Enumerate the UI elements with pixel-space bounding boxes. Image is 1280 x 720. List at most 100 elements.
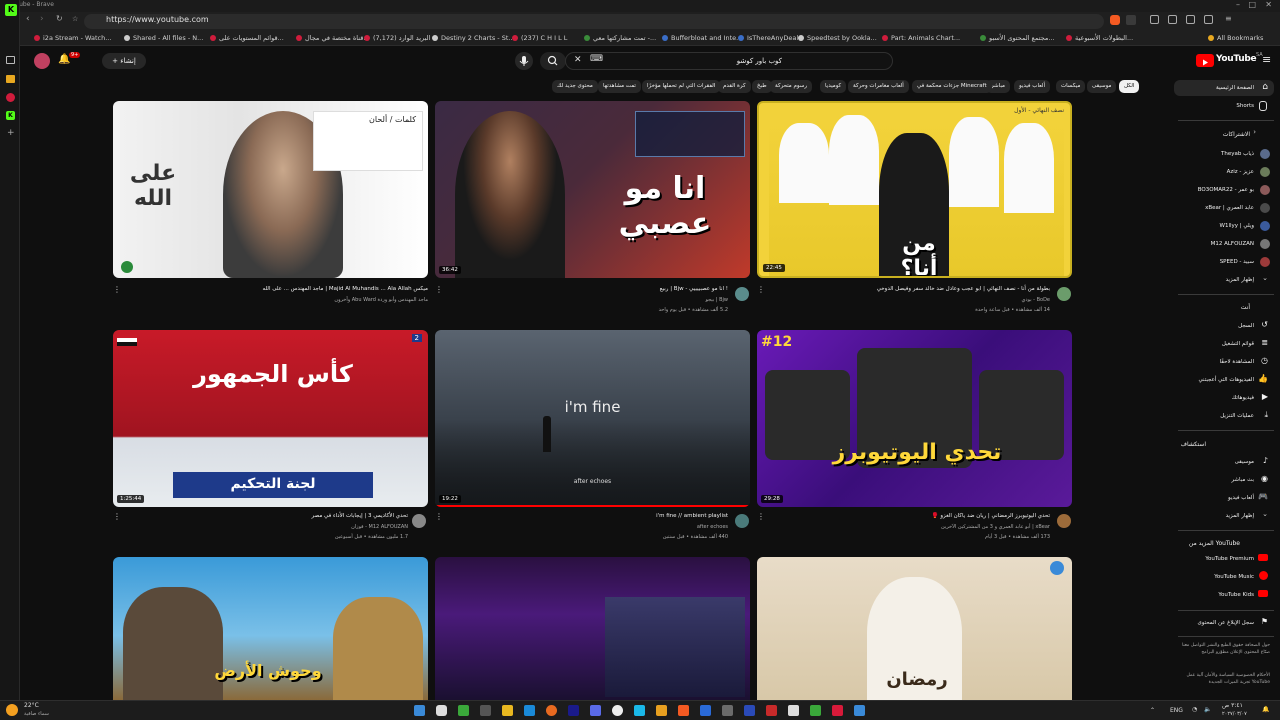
video-channel[interactable]: xBear | أبو عابد العمري و 3 من المشتركين… <box>941 524 1050 530</box>
channel-avatar[interactable] <box>735 287 749 301</box>
more-actions-icon[interactable]: ⋮ <box>435 285 443 294</box>
url-text[interactable]: https://www.youtube.com <box>106 15 209 24</box>
firefox-icon[interactable] <box>546 705 557 716</box>
video-channel[interactable]: ماجد المهندس وأبو وردة Abu Ward وآخرون <box>334 297 428 303</box>
kick-logo-icon[interactable]: K <box>5 4 17 16</box>
more-actions-icon[interactable]: ⋮ <box>435 512 443 521</box>
language-indicator[interactable]: ENG <box>1170 707 1183 714</box>
all-bookmarks[interactable]: All Bookmarks <box>1208 34 1263 42</box>
video-channel[interactable]: Bjw | بيجو <box>706 297 729 303</box>
chip[interactable]: طبخ <box>752 80 772 93</box>
weather-desc[interactable]: سماء صافية <box>24 711 49 717</box>
sidebar-channel[interactable]: SPEED - سبيد <box>1220 259 1254 265</box>
bookmark-item[interactable]: Bufferbloat and Inte... <box>662 34 742 42</box>
app-icon[interactable] <box>656 705 667 716</box>
show-more-explore[interactable]: إظهار المزيد <box>1226 513 1254 519</box>
channel-avatar[interactable] <box>412 514 426 528</box>
sidebar-channel[interactable]: Theyab ذياب <box>1221 151 1254 157</box>
video-thumbnail[interactable]: رمضان <box>757 557 1072 700</box>
forward-icon[interactable]: › <box>40 14 44 24</box>
video-title[interactable]: i'm fine // ambient playlist <box>656 513 728 519</box>
bookmark-item[interactable]: (7,172) البريد الوارد <box>364 34 430 42</box>
channel-avatar[interactable] <box>1057 514 1071 528</box>
sidebar-channel[interactable]: W1llyy | ويلي <box>1220 223 1254 229</box>
task-view-icon[interactable] <box>436 705 447 716</box>
wifi-icon[interactable]: ◔ <box>1192 706 1197 713</box>
clock-time[interactable]: ٣:٤١ ص <box>1222 702 1243 709</box>
sidebar-item-watch-later[interactable]: المشاهدة لاحقًا <box>1220 359 1254 365</box>
chip[interactable]: ألعاب فيديو <box>1014 80 1051 93</box>
bookmark-item[interactable]: مجتمع المحتوى الأسبو... <box>980 34 1055 42</box>
chrome-icon[interactable] <box>612 705 623 716</box>
downloads-icon[interactable] <box>1204 15 1213 24</box>
sidebar-channel[interactable]: xBear | عابد العمري <box>1205 205 1254 211</box>
system-tray-chevron[interactable]: ⌃ <box>1150 707 1155 714</box>
weather-temp[interactable]: 22°C <box>24 702 39 709</box>
show-more-subscriptions[interactable]: إظهار المزيد <box>1226 277 1254 283</box>
sidebar-item-live[interactable]: بث مباشر <box>1231 477 1254 483</box>
video-thumbnail[interactable]: i'm fine after echoes 19:22 <box>435 330 750 507</box>
sidebar-item-kids[interactable]: YouTube Kids <box>1218 592 1254 598</box>
more-actions-icon[interactable]: ⋮ <box>113 285 121 294</box>
sidebar-toggle-icon[interactable] <box>1186 15 1195 24</box>
terminal-icon[interactable] <box>480 705 491 716</box>
youtube-logo-icon[interactable] <box>1196 54 1214 67</box>
video-thumbnail[interactable]: وحوش الأرض <box>113 557 428 700</box>
video-title[interactable]: بطولة من أنا - نصف النهائي | ابو عجب وعا… <box>877 286 1050 292</box>
video-title[interactable]: ميكس Majid Al Muhandis ... Ala Allah | م… <box>263 286 428 292</box>
video-channel[interactable]: BoDe - بودي <box>1021 297 1050 303</box>
sidebar-item-shorts[interactable]: Shorts <box>1236 103 1254 109</box>
chip[interactable]: ميكسات <box>1056 80 1086 93</box>
hamburger-menu-icon[interactable]: ≡ <box>1262 53 1271 66</box>
start-icon[interactable] <box>414 705 425 716</box>
notifications-icon[interactable]: 🔔 <box>1262 706 1269 713</box>
sidebar-item-music-app[interactable]: YouTube Music <box>1214 574 1254 580</box>
sidebar-channel[interactable]: Aziz - عزيز <box>1227 169 1254 175</box>
weather-icon[interactable] <box>6 704 18 716</box>
bitwarden-icon[interactable] <box>744 705 755 716</box>
video-title[interactable]: تحدي اليوتيوبرز الرمضاني | ريان ضد ياكان… <box>932 513 1050 519</box>
sidebar-channel[interactable]: M12 ALFOUZAN <box>1211 241 1254 247</box>
sidebar-item-your-videos[interactable]: فيديوهاتك <box>1232 395 1254 401</box>
app-icon[interactable] <box>854 705 865 716</box>
bookmark-item[interactable]: (237) C H I L L <box>512 34 567 42</box>
chip[interactable]: ألعاب مغامرات وحركة <box>848 80 909 93</box>
extensions-icon[interactable] <box>1150 15 1159 24</box>
sidebar-item-gaming[interactable]: ألعاب فيديو <box>1228 495 1254 501</box>
bookmark-item[interactable]: قوائم المستويات على... <box>210 34 284 42</box>
youtube-logo-text[interactable]: YouTube <box>1216 54 1257 64</box>
footer-links-2[interactable]: الأحكام الخصوصية السياسة والأمان آلية عم… <box>1182 672 1270 686</box>
channel-avatar[interactable] <box>735 514 749 528</box>
add-panel-icon[interactable]: + <box>7 128 15 138</box>
app-icon[interactable] <box>832 705 843 716</box>
app-icon[interactable] <box>788 705 799 716</box>
video-channel[interactable]: M12 ALFOUZAN - فوزان <box>351 524 408 530</box>
app-icon[interactable] <box>6 93 15 102</box>
more-actions-icon[interactable]: ⋮ <box>757 512 765 521</box>
app-icon[interactable] <box>722 705 733 716</box>
channel-avatar[interactable] <box>1057 287 1071 301</box>
close-window-icon[interactable]: ✕ <box>1265 0 1272 9</box>
clear-search-icon[interactable]: ✕ <box>574 55 582 65</box>
clock-date[interactable]: ٢٠٢٧/٠٣/٠٧ <box>1222 711 1247 717</box>
video-title[interactable]: تحدي الأكاديمي 3 | إيجابات الأداء في مصر <box>312 513 408 519</box>
app-icon[interactable] <box>766 705 777 716</box>
chip[interactable]: جزءات محكمة في Minecraft <box>912 80 992 93</box>
bookmark-item[interactable]: Shared - All files - N... <box>124 34 203 42</box>
discord-icon[interactable] <box>590 705 601 716</box>
video-thumbnail[interactable] <box>435 557 750 700</box>
keyboard-icon[interactable]: ⌨ <box>590 54 603 64</box>
chip[interactable]: كوميديا <box>820 80 847 93</box>
app-icon[interactable] <box>810 705 821 716</box>
sidebar-item-liked[interactable]: الفيديوهات التي أعجبتني <box>1198 377 1254 383</box>
steam-icon[interactable] <box>634 705 645 716</box>
more-actions-icon[interactable]: ⋮ <box>757 285 765 294</box>
app-icon[interactable] <box>568 705 579 716</box>
bookmark-item[interactable]: قناة مختصة في مجال... <box>296 34 370 42</box>
kick-icon[interactable]: K <box>6 111 15 120</box>
search-button[interactable] <box>540 52 566 70</box>
sidebar-item-downloads[interactable]: عمليات التنزيل <box>1220 413 1254 419</box>
reload-icon[interactable]: ↻ <box>56 14 63 23</box>
search-input[interactable]: ✕ ⌨ كوب باور كوشو <box>565 52 893 70</box>
brave-icon[interactable] <box>678 705 689 716</box>
